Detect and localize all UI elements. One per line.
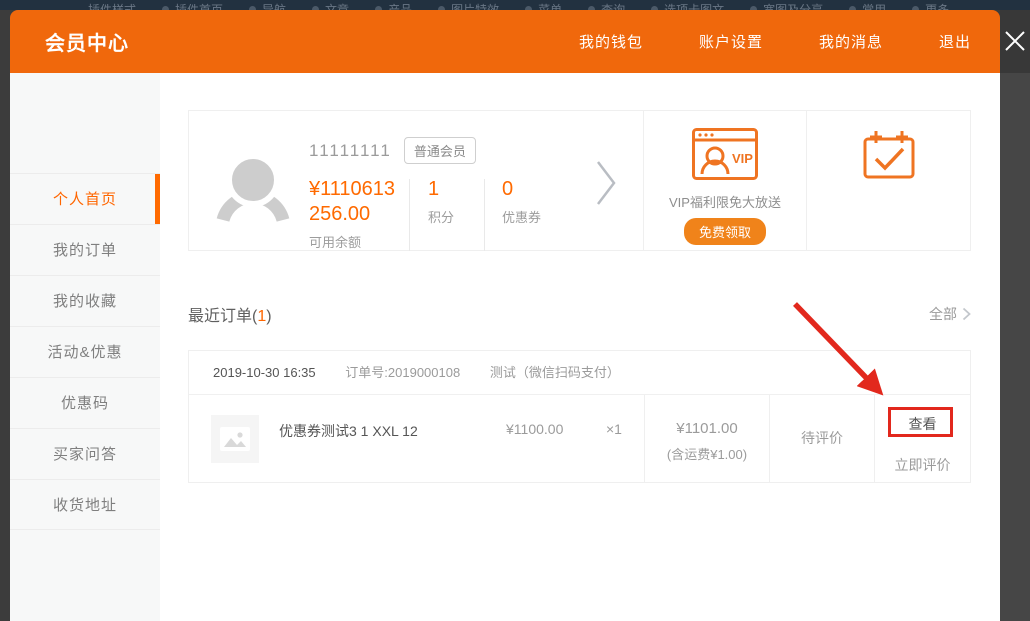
order-header-row: 2019-10-30 16:35 订单号:2019000108 测试（微信扫码支…: [189, 351, 970, 395]
page-title: 会员中心: [45, 27, 129, 56]
bg-nav-item: 查询: [601, 1, 625, 10]
recent-orders-title-close: ): [266, 308, 271, 325]
sidebar-item-personal-home[interactable]: 个人首页: [10, 173, 160, 224]
bg-nav-item: 图片特效: [451, 1, 499, 10]
bg-nav-item: 选项卡图文: [664, 1, 724, 10]
bg-nav-item: 宽图及分享: [763, 1, 823, 10]
coupons-label: 优惠券: [502, 207, 541, 226]
modal-header: 会员中心 我的钱包 账户设置 我的消息 退出: [10, 10, 1000, 73]
order-actions-cell: 查看 立即评价: [874, 395, 970, 482]
balance-value: ¥1110613256.00: [309, 177, 405, 227]
freight-note: (含运费¥1.00): [645, 444, 769, 463]
nav-my-messages[interactable]: 我的消息: [819, 31, 883, 52]
user-summary-section[interactable]: 11111111 普通会员 ¥1110613256.00 可用余额 1: [189, 111, 644, 250]
order-total: ¥1101.00: [645, 420, 769, 437]
coupons-value: 0: [502, 177, 541, 202]
sidebar: 个人首页 我的订单 我的收藏 活动&优惠 优惠码 买家问答 收货地址: [10, 73, 160, 621]
bg-nav-item: 导航: [262, 1, 286, 10]
product-price: ¥1100.00: [506, 421, 606, 482]
bg-nav-item: 更多: [925, 1, 949, 10]
main-content: 11111111 普通会员 ¥1110613256.00 可用余额 1: [160, 73, 1000, 621]
close-icon[interactable]: [1003, 29, 1027, 53]
sidebar-item-my-favorites[interactable]: 我的收藏: [10, 275, 160, 326]
order-body-row: 优惠券测试3 1 XXL 12 ¥1100.00 ×1 ¥1101.00 (含运…: [189, 395, 970, 482]
svg-text:VIP: VIP: [732, 151, 753, 166]
recent-orders-count: 1: [257, 308, 266, 325]
view-all-link[interactable]: 全部: [929, 304, 971, 324]
recent-orders-title-text: 最近订单(: [188, 308, 257, 325]
sidebar-item-activities-promos[interactable]: 活动&优惠: [10, 326, 160, 377]
member-level-badge: 普通会员: [404, 137, 476, 164]
vip-promo-section: VIP VIP福利限免大放送 免费领取: [644, 111, 807, 250]
order-product-cell: 优惠券测试3 1 XXL 12 ¥1100.00 ×1: [189, 395, 644, 482]
avatar: [213, 147, 293, 232]
order-status: 待评价: [769, 395, 874, 482]
balance-label: 可用余额: [309, 232, 409, 251]
sidebar-item-my-orders[interactable]: 我的订单: [10, 224, 160, 275]
member-center-modal: 会员中心 我的钱包 账户设置 我的消息 退出 个人首页 我的订单 我的收藏 活动…: [10, 10, 1000, 621]
vip-promo-label: VIP福利限免大放送: [644, 192, 806, 211]
bg-nav-item: 插件样式: [88, 1, 136, 10]
product-name[interactable]: 优惠券测试3 1 XXL 12: [279, 421, 506, 482]
points-label: 积分: [428, 207, 454, 226]
bg-nav-item: 菜单: [538, 1, 562, 10]
calendar-check-icon: [861, 167, 917, 184]
sidebar-item-coupon-code[interactable]: 优惠码: [10, 377, 160, 428]
coupons-stat: 0 优惠券: [485, 177, 571, 251]
points-value: 1: [428, 177, 454, 202]
points-stat: 1 积分: [410, 177, 484, 251]
vip-browser-icon: VIP: [692, 167, 758, 184]
overlay-right-strip: [1000, 10, 1030, 621]
signin-calendar-section[interactable]: [807, 111, 970, 250]
product-quantity: ×1: [606, 421, 644, 482]
recent-orders-title: 最近订单(1): [188, 302, 272, 326]
review-now-button[interactable]: 立即评价: [875, 455, 970, 475]
sidebar-item-buyer-qa[interactable]: 买家问答: [10, 428, 160, 479]
order-payment-method: 测试（微信扫码支付）: [490, 365, 620, 380]
nav-my-wallet[interactable]: 我的钱包: [579, 31, 643, 52]
bg-nav-item: 产品: [388, 1, 412, 10]
nav-account-settings[interactable]: 账户设置: [699, 31, 763, 52]
sidebar-item-shipping-address[interactable]: 收货地址: [10, 479, 160, 530]
order-number: 订单号:2019000108: [345, 365, 460, 380]
balance-stat: ¥1110613256.00 可用余额: [309, 177, 409, 251]
chevron-right-icon[interactable]: [595, 159, 617, 212]
chevron-right-icon: [962, 307, 971, 321]
background-page-navbar: 插件样式 插件首页 导航 文章 产品 图片特效 菜单 查询 选项卡图文 宽图及分…: [0, 0, 1030, 10]
bg-nav-item: 文章: [325, 1, 349, 10]
product-image-placeholder[interactable]: [211, 415, 259, 463]
free-claim-button[interactable]: 免费领取: [684, 218, 766, 245]
username: 11111111: [309, 141, 392, 161]
bg-nav-item: 插件首页: [175, 1, 223, 10]
nav-logout[interactable]: 退出: [939, 31, 971, 52]
view-all-label: 全部: [929, 304, 957, 324]
bg-nav-item: 常用: [862, 1, 886, 10]
view-order-button[interactable]: 查看: [909, 414, 937, 434]
order-card: 2019-10-30 16:35 订单号:2019000108 测试（微信扫码支…: [188, 350, 971, 483]
account-overview-card: 11111111 普通会员 ¥1110613256.00 可用余额 1: [188, 110, 971, 251]
order-time: 2019-10-30 16:35: [213, 365, 316, 380]
header-nav: 我的钱包 账户设置 我的消息 退出: [579, 31, 971, 52]
order-total-cell: ¥1101.00 (含运费¥1.00): [644, 395, 769, 482]
